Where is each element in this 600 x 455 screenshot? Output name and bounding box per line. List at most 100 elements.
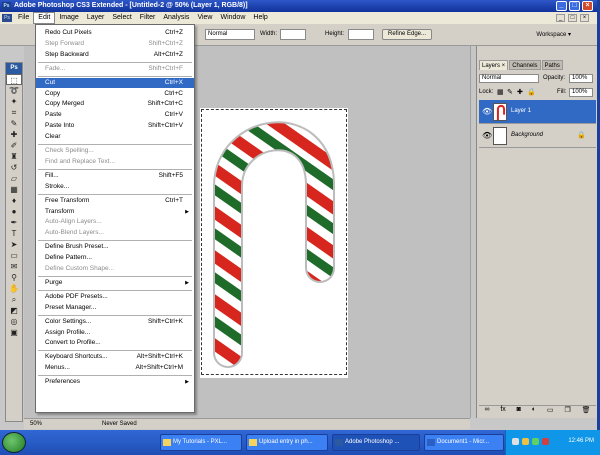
menu-item-preset-manager[interactable]: Preset Manager... bbox=[36, 303, 194, 313]
security-icon[interactable] bbox=[532, 438, 539, 445]
menu-item-purge[interactable]: Purge ▶ bbox=[36, 278, 194, 288]
menu-select[interactable]: Select bbox=[108, 12, 135, 24]
shape-tool-icon[interactable]: ▭ bbox=[6, 250, 22, 261]
eraser-tool-icon[interactable]: ▱ bbox=[6, 173, 22, 184]
width-field[interactable] bbox=[280, 29, 306, 40]
task-my-tutorials[interactable]: My Tutorials - PXL... bbox=[160, 434, 242, 451]
menu-item-assign-profile[interactable]: Assign Profile... bbox=[36, 328, 194, 338]
tab-paths[interactable]: Paths bbox=[541, 60, 563, 70]
visibility-eye-icon[interactable]: 👁 bbox=[482, 107, 492, 116]
opacity-field[interactable]: 100% bbox=[569, 74, 593, 83]
lock-pixels-icon[interactable]: ✎ bbox=[507, 88, 513, 96]
menu-item-convert-to-profile[interactable]: Convert to Profile... bbox=[36, 338, 194, 348]
magic-wand-tool-icon[interactable]: ✦ bbox=[6, 96, 22, 107]
doc-restore-button[interactable]: □ bbox=[568, 14, 577, 22]
menu-analysis[interactable]: Analysis bbox=[159, 12, 193, 24]
refine-edge-button[interactable]: Refine Edge... bbox=[382, 29, 432, 40]
trash-icon[interactable]: 🗑 bbox=[582, 406, 591, 416]
menu-item-preferences[interactable]: Preferences ▶ bbox=[36, 377, 194, 387]
group-icon[interactable]: ▭ bbox=[547, 406, 554, 416]
update-icon[interactable] bbox=[542, 438, 549, 445]
pen-tool-icon[interactable]: ✒ bbox=[6, 217, 22, 228]
document-icon[interactable]: Ps bbox=[2, 14, 12, 22]
menu-item-step-backward[interactable]: Step Backward Alt+Ctrl+Z bbox=[36, 50, 194, 60]
dodge-tool-icon[interactable]: ● bbox=[6, 206, 22, 217]
brush-tool-icon[interactable]: ✐ bbox=[6, 140, 22, 151]
slice-tool-icon[interactable]: ✎ bbox=[6, 118, 22, 129]
title-bar[interactable]: Ps Adobe Photoshop CS3 Extended - [Untit… bbox=[0, 0, 597, 12]
menu-file[interactable]: File bbox=[14, 12, 33, 24]
color-swatches-icon[interactable]: ◩ bbox=[6, 305, 22, 316]
layer-row-layer-1[interactable]: 👁 Layer 1 bbox=[479, 100, 596, 124]
new-layer-icon[interactable]: ❐ bbox=[564, 406, 570, 416]
menu-item-paste[interactable]: Paste Ctrl+V bbox=[36, 110, 194, 120]
menu-item-copy-merged[interactable]: Copy Merged Shift+Ctrl+C bbox=[36, 99, 194, 109]
start-button[interactable] bbox=[2, 432, 26, 453]
task-photoshop[interactable]: Adobe Photoshop ... bbox=[332, 434, 420, 451]
adjustment-icon[interactable]: ◐ bbox=[532, 406, 536, 416]
menu-item-fill[interactable]: Fill... Shift+F5 bbox=[36, 171, 194, 181]
menu-item-cut[interactable]: Cut Ctrl+X bbox=[36, 77, 194, 88]
visibility-eye-icon[interactable]: 👁 bbox=[482, 131, 492, 140]
menu-view[interactable]: View bbox=[193, 12, 216, 24]
lock-all-icon[interactable]: 🔒 bbox=[527, 88, 536, 96]
task-upload-entry[interactable]: Upload entry in ph... bbox=[246, 434, 328, 451]
network-icon[interactable] bbox=[512, 438, 519, 445]
tab-channels[interactable]: Channels bbox=[509, 60, 541, 70]
task-document1[interactable]: Document1 - Micr... bbox=[424, 434, 504, 451]
marquee-tool-icon[interactable]: ⬚ bbox=[6, 74, 22, 85]
zoom-tool-icon[interactable]: ⌕ bbox=[6, 294, 22, 305]
tab-layers[interactable]: Layers × bbox=[479, 60, 509, 70]
quick-mask-icon[interactable]: ◎ bbox=[6, 316, 22, 327]
style-select[interactable]: Normal bbox=[205, 29, 255, 40]
fx-icon[interactable]: fx bbox=[500, 406, 505, 416]
link-icon[interactable]: ∞ bbox=[484, 406, 489, 416]
document-info[interactable]: Never Saved bbox=[102, 419, 137, 430]
lasso-tool-icon[interactable]: ➰ bbox=[6, 85, 22, 96]
menu-item-keyboard-shortcuts[interactable]: Keyboard Shortcuts... Alt+Shift+Ctrl+K bbox=[36, 352, 194, 362]
document-canvas[interactable] bbox=[200, 108, 348, 378]
menu-item-transform[interactable]: Transform ▶ bbox=[36, 207, 194, 217]
path-selection-tool-icon[interactable]: ➤ bbox=[6, 239, 22, 250]
menu-edit[interactable]: Edit bbox=[33, 12, 56, 24]
mask-icon[interactable]: ◙ bbox=[517, 406, 521, 416]
doc-minimize-button[interactable]: _ bbox=[556, 14, 565, 22]
healing-brush-tool-icon[interactable]: ✚ bbox=[6, 129, 22, 140]
clock[interactable]: 12:46 PM bbox=[568, 438, 594, 444]
crop-tool-icon[interactable]: ⌗ bbox=[6, 107, 22, 118]
menu-item-define-pattern[interactable]: Define Pattern... bbox=[36, 253, 194, 263]
clone-stamp-tool-icon[interactable]: ♜ bbox=[6, 151, 22, 162]
gradient-tool-icon[interactable]: ▦ bbox=[6, 184, 22, 195]
menu-item-stroke[interactable]: Stroke... bbox=[36, 182, 194, 192]
menu-item-copy[interactable]: Copy Ctrl+C bbox=[36, 89, 194, 99]
minimize-button[interactable]: _ bbox=[556, 1, 567, 11]
height-field[interactable] bbox=[348, 29, 374, 40]
zoom-level[interactable]: 50% bbox=[30, 419, 42, 430]
menu-item-adobe-pdf-presets[interactable]: Adobe PDF Presets... bbox=[36, 292, 194, 302]
menu-layer[interactable]: Layer bbox=[83, 12, 109, 24]
menu-item-paste-into[interactable]: Paste Into Shift+Ctrl+V bbox=[36, 121, 194, 131]
volume-icon[interactable] bbox=[522, 438, 529, 445]
menu-item-menus[interactable]: Menus... Alt+Shift+Ctrl+M bbox=[36, 363, 194, 373]
menu-item-color-settings[interactable]: Color Settings... Shift+Ctrl+K bbox=[36, 317, 194, 327]
history-brush-tool-icon[interactable]: ↺ bbox=[6, 162, 22, 173]
notes-tool-icon[interactable]: ✉ bbox=[6, 261, 22, 272]
maximize-button[interactable]: □ bbox=[569, 1, 580, 11]
menu-item-free-transform[interactable]: Free Transform Ctrl+T bbox=[36, 196, 194, 206]
menu-image[interactable]: Image bbox=[55, 12, 82, 24]
close-button[interactable]: × bbox=[582, 1, 593, 11]
menu-item-clear[interactable]: Clear bbox=[36, 132, 194, 142]
menu-item-define-brush-preset[interactable]: Define Brush Preset... bbox=[36, 242, 194, 252]
hand-tool-icon[interactable]: ✋ bbox=[6, 283, 22, 294]
menu-filter[interactable]: Filter bbox=[136, 12, 160, 24]
blend-mode-select[interactable]: Normal bbox=[479, 74, 539, 83]
workspace-menu[interactable]: Workspace ▾ bbox=[532, 29, 575, 41]
blur-tool-icon[interactable]: ♦ bbox=[6, 195, 22, 206]
doc-close-button[interactable]: × bbox=[580, 14, 589, 22]
lock-transparency-icon[interactable]: ▦ bbox=[497, 88, 504, 96]
menu-window[interactable]: Window bbox=[216, 12, 249, 24]
menu-item-redo-cut-pixels[interactable]: Redo Cut Pixels Ctrl+Z bbox=[36, 28, 194, 38]
lock-position-icon[interactable]: ✚ bbox=[517, 88, 523, 96]
eyedropper-tool-icon[interactable]: ⚲ bbox=[6, 272, 22, 283]
type-tool-icon[interactable]: T bbox=[6, 228, 22, 239]
